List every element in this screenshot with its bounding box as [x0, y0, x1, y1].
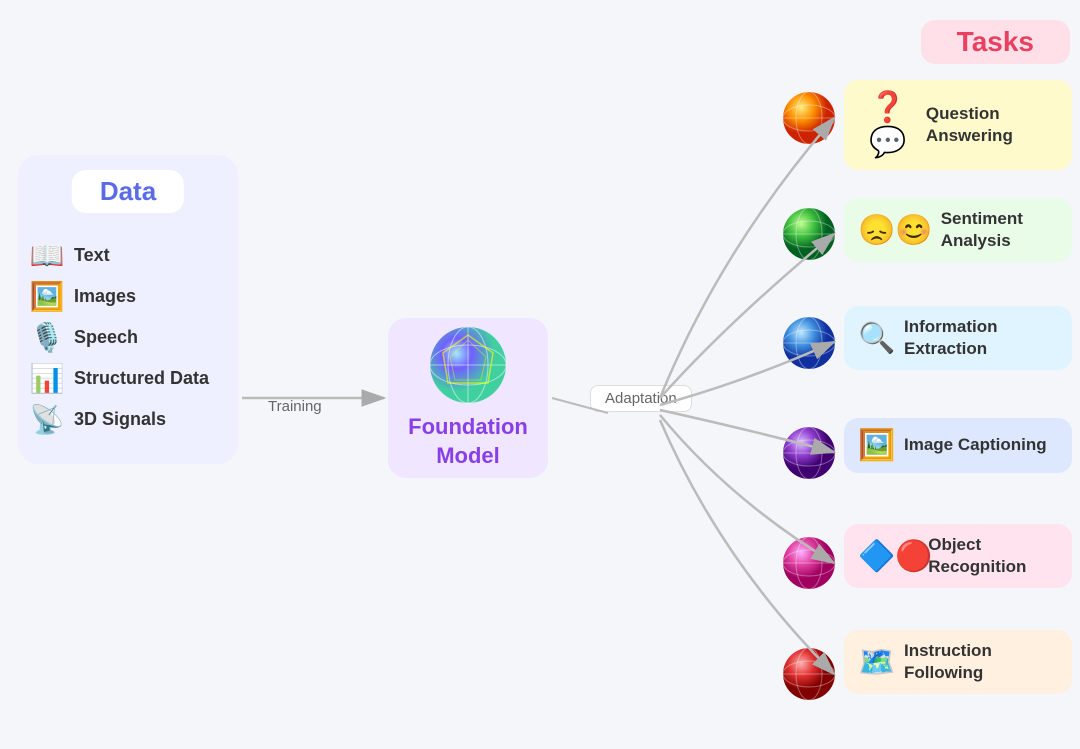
data-item-images-label: Images: [74, 286, 136, 307]
ie-task-icon: 🔍: [858, 321, 896, 356]
foundation-model-label: FoundationModel: [408, 413, 528, 470]
3d-icon: 📡: [28, 403, 66, 436]
or-task-label: Object Recognition: [928, 534, 1058, 578]
foundation-model-globe: [428, 325, 508, 405]
globe-ie: [782, 316, 836, 375]
task-card-ie: 🔍 Information Extraction: [844, 306, 1072, 370]
adaptation-label: Adaptation: [590, 385, 692, 412]
ic-task-label: Image Captioning: [904, 434, 1047, 456]
globe-or: [782, 536, 836, 595]
globe-sa: [782, 207, 836, 266]
tasks-title-box: Tasks: [921, 20, 1070, 64]
if-task-icon: 🗺️: [858, 645, 896, 680]
task-card-if: 🗺️ Instruction Following: [844, 630, 1072, 694]
data-item-images: 🖼️ Images: [28, 280, 228, 313]
qa-task-icon: ❓💬: [858, 90, 918, 160]
ic-task-icon: 🖼️: [858, 428, 896, 463]
sa-task-icon: 😞😊: [858, 213, 933, 248]
data-item-speech: 🎙️ Speech: [28, 321, 228, 354]
data-item-text-label: Text: [74, 245, 110, 266]
foundation-model-box: FoundationModel: [388, 318, 548, 478]
data-item-3d-label: 3D Signals: [74, 409, 166, 430]
data-item-structured: 📊 Structured Data: [28, 362, 228, 395]
structured-icon: 📊: [28, 362, 66, 395]
data-item-speech-label: Speech: [74, 327, 138, 348]
task-card-ic: 🖼️ Image Captioning: [844, 418, 1072, 473]
tasks-title: Tasks: [957, 26, 1034, 57]
qa-task-label: Question Answering: [926, 103, 1058, 147]
globe-ic: [782, 426, 836, 485]
images-icon: 🖼️: [28, 280, 66, 313]
task-card-qa: ❓💬 Question Answering: [844, 80, 1072, 170]
data-title: Data: [100, 176, 156, 206]
task-card-or: 🔷🔴 Object Recognition: [844, 524, 1072, 588]
data-item-3d: 📡 3D Signals: [28, 403, 228, 436]
sa-task-label: SentimentAnalysis: [941, 208, 1023, 252]
globe-qa: [782, 91, 836, 150]
task-card-sa: 😞😊 SentimentAnalysis: [844, 198, 1072, 262]
data-title-box: Data: [72, 170, 184, 213]
text-icon: 📖: [28, 239, 66, 272]
ie-task-label: Information Extraction: [904, 316, 1058, 360]
data-panel: Data 📖 Text 🖼️ Images 🎙️ Speech 📊 Struct…: [18, 155, 238, 464]
data-item-text: 📖 Text: [28, 239, 228, 272]
globe-if: [782, 647, 836, 706]
if-task-label: Instruction Following: [904, 640, 1058, 684]
speech-icon: 🎙️: [28, 321, 66, 354]
training-label: Training: [268, 398, 322, 415]
data-item-structured-label: Structured Data: [74, 368, 209, 389]
or-task-icon: 🔷🔴: [858, 539, 920, 574]
